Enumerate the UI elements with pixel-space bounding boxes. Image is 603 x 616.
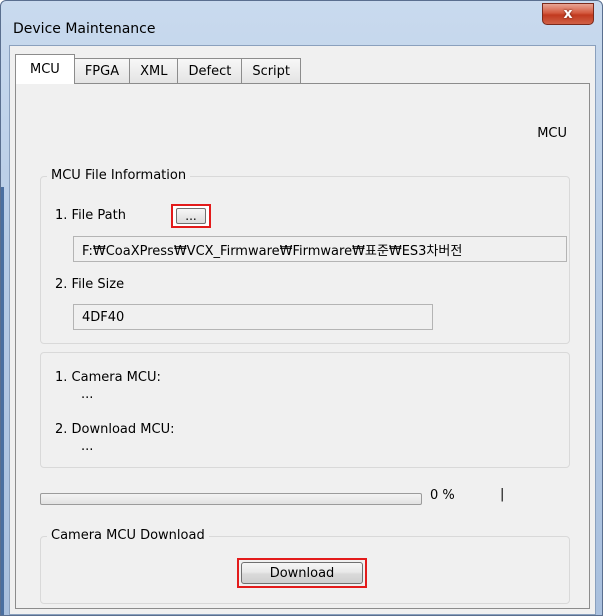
browse-file-button[interactable]: ... bbox=[171, 204, 211, 228]
file-size-label: 2. File Size bbox=[55, 277, 125, 292]
window-title: Device Maintenance bbox=[13, 21, 156, 37]
device-maintenance-window: Device Maintenance x MCU FPGA XML Defect… bbox=[0, 0, 603, 616]
download-mcu-value: ... bbox=[81, 439, 94, 454]
tab-strip: MCU FPGA XML Defect Script bbox=[15, 54, 302, 84]
window-frame-strip bbox=[1, 187, 4, 615]
camera-mcu-value: ... bbox=[81, 387, 94, 402]
progress-percent: 0 % bbox=[430, 488, 455, 503]
close-icon: x bbox=[563, 6, 573, 22]
download-progress-bar bbox=[40, 493, 422, 505]
tab-fpga[interactable]: FPGA bbox=[73, 58, 131, 84]
title-bar[interactable]: Device Maintenance x bbox=[1, 1, 602, 45]
file-path-field[interactable]: F:₩CoaXPress₩VCX_Firmware₩Firmware₩표준₩ES… bbox=[73, 236, 567, 262]
progress-separator: | bbox=[500, 487, 505, 502]
camera-mcu-label: 1. Camera MCU: bbox=[55, 370, 161, 385]
download-button-highlight: Download bbox=[237, 558, 367, 588]
mcu-file-information-group: MCU File Information 1. File Path ... F:… bbox=[40, 168, 570, 344]
mcu-version-group: 1. Camera MCU: ... 2. Download MCU: ... bbox=[40, 352, 570, 468]
tab-script[interactable]: Script bbox=[241, 58, 302, 84]
tab-defect[interactable]: Defect bbox=[177, 58, 243, 84]
ellipsis-icon: ... bbox=[176, 208, 206, 224]
camera-mcu-download-group: Camera MCU Download Download bbox=[40, 528, 570, 604]
mcu-tab-panel: MCU MCU File Information 1. File Path ..… bbox=[15, 83, 590, 609]
close-button[interactable]: x bbox=[542, 3, 594, 25]
tab-xml[interactable]: XML bbox=[129, 58, 179, 84]
download-button[interactable]: Download bbox=[241, 562, 363, 584]
tab-mcu[interactable]: MCU bbox=[15, 54, 75, 84]
file-size-field[interactable]: 4DF40 bbox=[73, 304, 433, 330]
file-path-label: 1. File Path bbox=[55, 208, 126, 223]
download-mcu-label: 2. Download MCU: bbox=[55, 422, 175, 437]
panel-header-label: MCU bbox=[537, 126, 567, 141]
mcu-file-information-legend: MCU File Information bbox=[47, 168, 191, 183]
camera-mcu-download-legend: Camera MCU Download bbox=[47, 528, 209, 543]
